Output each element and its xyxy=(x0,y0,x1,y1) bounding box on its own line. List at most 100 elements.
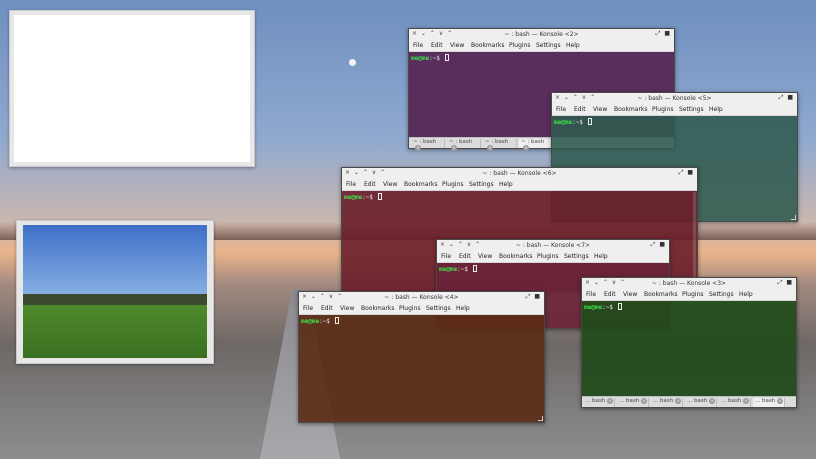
menu-bookmarks[interactable]: Bookmarks xyxy=(471,42,505,49)
tab-bash-3[interactable]: ~ : bash× xyxy=(483,139,517,151)
tab-bash-2[interactable]: ~ : bash× xyxy=(447,139,481,151)
close-tab-icon: × xyxy=(709,398,716,404)
close-tab-icon: × xyxy=(487,145,493,151)
menu-settings[interactable]: Settings xyxy=(426,305,451,312)
menu-help[interactable]: Help xyxy=(594,253,608,260)
resize-grip[interactable] xyxy=(791,215,796,220)
window-title: ~ : bash — Konsole <6> xyxy=(482,169,557,177)
menu-file[interactable]: File xyxy=(556,106,566,113)
menu-bar: File Edit View Bookmarks Plugins Setting… xyxy=(299,303,544,315)
maximize-close-icons[interactable]: ⤢ ■ xyxy=(651,241,666,249)
menu-settings[interactable]: Settings xyxy=(469,181,494,188)
window-titlebar[interactable]: × ⌄ ⌃ ∨ ⌃ ~ : bash — Konsole <6> ⤢ ■ xyxy=(342,168,697,179)
window-titlebar[interactable]: × ⌄ ⌃ ∨ ⌃ ~ : bash — Konsole <5> ⤢ ■ xyxy=(552,93,797,104)
menu-view[interactable]: View xyxy=(383,181,397,188)
menu-bookmarks[interactable]: Bookmarks xyxy=(361,305,395,312)
menu-help[interactable]: Help xyxy=(566,42,580,49)
menu-file[interactable]: File xyxy=(303,305,313,312)
text-cursor xyxy=(617,303,622,310)
menu-view[interactable]: View xyxy=(450,42,464,49)
resize-grip[interactable] xyxy=(538,416,543,421)
note-widget[interactable] xyxy=(9,10,255,167)
close-tab-icon: × xyxy=(451,145,457,151)
menu-settings[interactable]: Settings xyxy=(564,253,589,260)
menu-edit[interactable]: Edit xyxy=(459,253,471,260)
menu-edit[interactable]: Edit xyxy=(364,181,376,188)
menu-bar: File Edit View Bookmarks Plugins Setting… xyxy=(342,179,697,191)
menu-bookmarks[interactable]: Bookmarks xyxy=(614,106,648,113)
menu-plugins[interactable]: Plugins xyxy=(682,291,704,298)
menu-file[interactable]: File xyxy=(413,42,423,49)
terminal-area[interactable]: me@me:~$ xyxy=(299,315,544,422)
menu-file[interactable]: File xyxy=(586,291,596,298)
menu-edit[interactable]: Edit xyxy=(604,291,616,298)
tab-bash-1[interactable]: ... bash × xyxy=(583,398,615,407)
close-tab-icon: × xyxy=(641,398,648,404)
window-titlebar[interactable]: × ⌄ ⌃ ∨ ⌃ ~ : bash — Konsole <2> ⤢ ■ xyxy=(409,29,674,40)
text-cursor xyxy=(472,265,477,272)
photo-frame-widget[interactable] xyxy=(16,220,214,364)
menu-plugins[interactable]: Plugins xyxy=(652,106,674,113)
menu-edit[interactable]: Edit xyxy=(431,42,443,49)
menu-help[interactable]: Help xyxy=(709,106,723,113)
menu-bar: File Edit View Bookmarks Plugins Setting… xyxy=(552,104,797,116)
menu-plugins[interactable]: Plugins xyxy=(537,253,559,260)
tab-bash-4[interactable]: ~ : bash× xyxy=(519,139,553,151)
menu-settings[interactable]: Settings xyxy=(709,291,734,298)
menu-view[interactable]: View xyxy=(623,291,637,298)
shell-prompt: me@me:~$ xyxy=(439,265,477,273)
menu-plugins[interactable]: Plugins xyxy=(509,42,531,49)
menu-edit[interactable]: Edit xyxy=(321,305,333,312)
tab-bar: ... bash × ... bash × ... bash × ... bash × … xyxy=(582,396,796,407)
maximize-close-icons[interactable]: ⤢ ■ xyxy=(679,169,694,177)
text-cursor xyxy=(587,118,592,125)
konsole-window-4[interactable]: × ⌄ ⌃ ∨ ⌃ ~ : bash — Konsole <4> ⤢ ■ Fil… xyxy=(298,291,545,423)
menu-view[interactable]: View xyxy=(340,305,354,312)
menu-plugins[interactable]: Plugins xyxy=(399,305,421,312)
tab-bash-4[interactable]: ... bash × xyxy=(685,398,717,407)
menu-file[interactable]: File xyxy=(441,253,451,260)
window-titlebar[interactable]: × ⌄ ⌃ ∨ ⌃ ~ : bash — Konsole <4> ⤢ ■ xyxy=(299,292,544,303)
menu-settings[interactable]: Settings xyxy=(679,106,704,113)
close-tab-icon: × xyxy=(523,145,529,151)
menu-view[interactable]: View xyxy=(593,106,607,113)
maximize-close-icons[interactable]: ⤢ ■ xyxy=(526,293,541,301)
window-title: ~ : bash — Konsole <5> xyxy=(637,94,712,102)
note-widget-content[interactable] xyxy=(14,15,250,162)
tab-bash-5[interactable]: ... bash × xyxy=(719,398,751,407)
text-cursor xyxy=(377,193,382,200)
wallpaper-moon xyxy=(349,59,356,66)
menu-settings[interactable]: Settings xyxy=(536,42,561,49)
close-tab-icon: × xyxy=(743,398,750,404)
menu-plugins[interactable]: Plugins xyxy=(442,181,464,188)
menu-help[interactable]: Help xyxy=(499,181,513,188)
text-cursor xyxy=(334,317,339,324)
tab-bash-3[interactable]: ... bash × xyxy=(651,398,683,407)
maximize-close-icons[interactable]: ⤢ ■ xyxy=(656,30,671,38)
maximize-close-icons[interactable]: ⤢ ■ xyxy=(778,279,793,287)
menu-view[interactable]: View xyxy=(478,253,492,260)
scrollbar[interactable] xyxy=(693,192,696,289)
menu-bookmarks[interactable]: Bookmarks xyxy=(404,181,438,188)
close-tab-icon: × xyxy=(607,398,614,404)
maximize-close-icons[interactable]: ⤢ ■ xyxy=(779,94,794,102)
window-titlebar[interactable]: × ⌄ ⌃ ∨ ⌃ ~ : bash — Konsole <3> ⤢ ■ xyxy=(582,278,796,289)
tab-bash-2[interactable]: ... bash × xyxy=(617,398,649,407)
menu-bar: File Edit View Bookmarks Plugins Setting… xyxy=(582,289,796,301)
close-tab-icon: × xyxy=(415,145,421,151)
window-title: ~ : bash — Konsole <7> xyxy=(515,241,591,249)
konsole-window-3[interactable]: × ⌄ ⌃ ∨ ⌃ ~ : bash — Konsole <3> ⤢ ■ Fil… xyxy=(581,277,797,408)
tab-bash-6[interactable]: ... bash × xyxy=(753,398,785,407)
menu-help[interactable]: Help xyxy=(456,305,470,312)
window-title: ~ : bash — Konsole <3> xyxy=(651,279,727,287)
menu-bookmarks[interactable]: Bookmarks xyxy=(644,291,678,298)
text-cursor xyxy=(444,54,449,61)
menu-file[interactable]: File xyxy=(346,181,356,188)
menu-edit[interactable]: Edit xyxy=(574,106,586,113)
menu-help[interactable]: Help xyxy=(739,291,753,298)
menu-bar: File Edit View Bookmarks Plugins Setting… xyxy=(437,251,669,263)
tab-bash-1[interactable]: ~ : bash× xyxy=(411,139,445,151)
window-titlebar[interactable]: × ⌄ ⌃ ∨ ⌃ ~ : bash — Konsole <7> ⤢ ■ xyxy=(437,240,669,251)
terminal-area[interactable]: me@me:~$ xyxy=(582,301,796,407)
menu-bookmarks[interactable]: Bookmarks xyxy=(499,253,533,260)
